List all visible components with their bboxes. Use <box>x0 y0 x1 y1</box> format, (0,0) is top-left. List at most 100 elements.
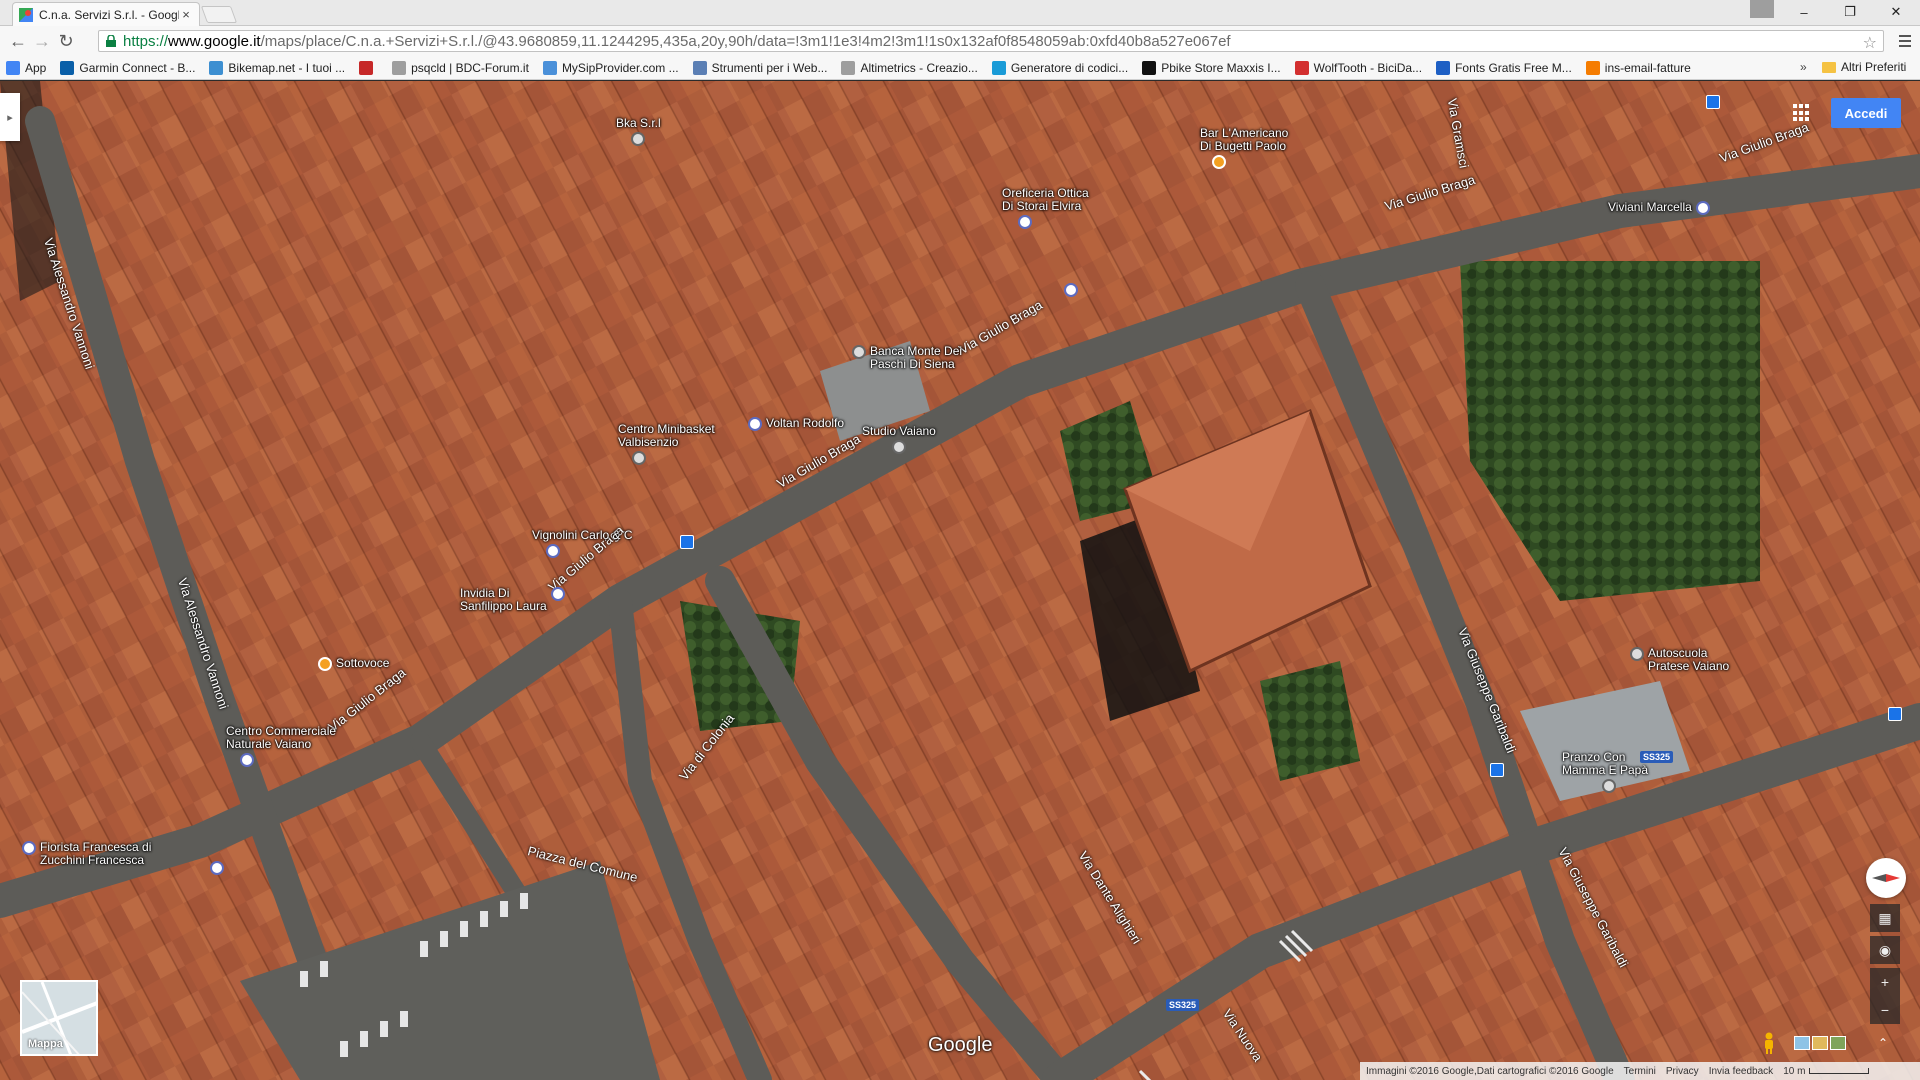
bookmark-item[interactable]: WolfTooth - BiciDa... <box>1294 60 1422 75</box>
bookmark-item[interactable]: psqcld | BDC-Forum.it <box>392 60 529 75</box>
new-tab-button[interactable] <box>200 6 238 23</box>
shop-icon <box>1695 201 1710 215</box>
poi-marker[interactable]: Pranzo Con Mamma E Papà <box>1562 751 1648 793</box>
bookmark-favicon-icon <box>392 60 407 75</box>
pegman-icon[interactable] <box>1762 1032 1776 1054</box>
bookmark-star-icon[interactable]: ☆ <box>1863 33 1877 53</box>
google-apps-icon[interactable] <box>1793 104 1811 122</box>
scale-bar[interactable]: 10 m <box>1783 1066 1870 1077</box>
bookmark-favicon-icon <box>1142 60 1157 75</box>
bookmark-item[interactable]: MySipProvider.com ... <box>542 60 679 75</box>
bookmark-label: Pbike Store Maxxis I... <box>1161 60 1281 75</box>
poi-marker[interactable]: Bka S.r.l <box>616 117 661 146</box>
bookmark-item[interactable]: Garmin Connect - B... <box>60 60 196 75</box>
terms-link[interactable]: Termini <box>1624 1066 1656 1077</box>
bookmarks-bar: App Garmin Connect - B... Bikemap.net - I … <box>0 56 1920 80</box>
back-arrow-icon[interactable]: ← <box>6 29 30 53</box>
compass-icon[interactable] <box>1866 858 1906 898</box>
poi-marker[interactable]: Sottovoce <box>318 657 389 671</box>
bookmark-item[interactable]: Generatore di codici... <box>991 60 1129 75</box>
compass-needle-icon <box>1872 874 1900 882</box>
bus-stop-icon[interactable] <box>680 535 694 549</box>
tilt-icon[interactable]: ▦ <box>1870 904 1900 932</box>
minimize-button[interactable]: – <box>1782 0 1826 24</box>
map-type-toggle[interactable]: Mappa <box>20 980 98 1056</box>
tab-google-maps[interactable]: C.n.a. Servizi S.r.l. - Google × <box>12 2 200 26</box>
shop-icon[interactable] <box>210 861 224 875</box>
bus-stop-icon[interactable] <box>1706 95 1720 109</box>
poi-marker[interactable]: Viviani Marcella <box>1608 201 1714 215</box>
bookmark-item[interactable] <box>359 60 378 75</box>
sign-in-button[interactable]: Accedi <box>1831 98 1901 128</box>
satellite-map[interactable]: Via Giulio Braga Via Giulio Braga Via Gi… <box>0 81 1920 1080</box>
bookmark-favicon-icon <box>60 60 75 75</box>
bookmark-favicon-icon <box>841 60 856 75</box>
bookmark-favicon-icon <box>991 60 1006 75</box>
restaurant-icon <box>1602 779 1616 793</box>
browser-toolbar: ← → ↻ https://www.google.it/maps/place/C… <box>0 26 1920 56</box>
address-bar[interactable]: https://www.google.it/maps/place/C.n.a.+… <box>98 30 1884 52</box>
chrome-menu-icon[interactable] <box>1894 30 1916 52</box>
bookmark-item[interactable]: Pbike Store Maxxis I... <box>1142 60 1281 75</box>
forward-arrow-icon[interactable]: → <box>30 29 54 53</box>
imagery-layers[interactable] <box>1794 1036 1846 1050</box>
bookmark-label: Garmin Connect - B... <box>79 60 196 75</box>
privacy-link[interactable]: Privacy <box>1666 1066 1699 1077</box>
poi-label: Studio Vaiano <box>862 424 936 438</box>
poi-label: Banca Monte Dei Paschi Di Siena <box>870 344 963 371</box>
bus-stop-icon[interactable] <box>1490 763 1504 777</box>
shop-icon[interactable] <box>1064 283 1078 297</box>
poi-label: Centro Minibasket Valbisenzio <box>618 422 715 449</box>
bookmark-favicon-icon <box>1294 60 1309 75</box>
poi-marker[interactable]: Centro Minibasket Valbisenzio <box>618 423 715 465</box>
bookmark-item[interactable]: App <box>6 60 46 75</box>
bank-icon <box>852 345 866 359</box>
bookmark-item[interactable]: Bikemap.net - I tuoi ... <box>209 60 345 75</box>
tab-close-icon[interactable]: × <box>179 7 193 22</box>
shop-icon <box>240 753 254 767</box>
business-icon <box>891 440 906 454</box>
reload-icon[interactable]: ↻ <box>54 29 78 53</box>
my-location-icon[interactable]: ◉ <box>1870 936 1900 964</box>
scale-line <box>1809 1068 1870 1074</box>
bookmarks-overflow[interactable]: » <box>1800 60 1807 74</box>
poi-marker[interactable]: Fiorista Francesca di Zucchini Francesca <box>22 841 151 867</box>
bus-stop-icon[interactable] <box>1888 707 1902 721</box>
bookmark-label: psqcld | BDC-Forum.it <box>411 60 529 75</box>
profile-icon[interactable] <box>1750 0 1774 18</box>
poi-marker[interactable]: Autoscuola Pratese Vaiano <box>1630 647 1729 673</box>
poi-label: Invidia Di Sanfilippo Laura <box>460 586 547 613</box>
poi-marker[interactable]: Invidia Di Sanfilippo Laura <box>460 587 569 613</box>
layer-thumbnail[interactable] <box>1812 1036 1828 1050</box>
bookmark-label: Generatore di codici... <box>1010 60 1129 75</box>
layer-thumbnail[interactable] <box>1830 1036 1846 1050</box>
bookmark-item[interactable]: Fonts Gratis Free M... <box>1436 60 1572 75</box>
route-shield: SS325 <box>1640 751 1674 763</box>
maximize-button[interactable]: ❐ <box>1828 0 1872 24</box>
poi-label: Voltan Rodolfo <box>766 416 845 430</box>
bookmark-favicon-icon <box>209 60 224 75</box>
zoom-out-button[interactable]: − <box>1870 996 1900 1024</box>
bookmark-item[interactable]: ins-email-fatture <box>1585 60 1691 75</box>
poi-label: Fiorista Francesca di Zucchini Francesca <box>40 840 152 867</box>
feedback-link[interactable]: Invia feedback <box>1709 1066 1774 1077</box>
bookmark-favicon-icon <box>692 60 707 75</box>
chevron-up-icon[interactable]: ⌃ <box>1878 1036 1888 1050</box>
other-bookmarks[interactable]: Altri Preferiti <box>1822 60 1906 74</box>
bookmark-item[interactable]: Altimetrics - Creazio... <box>841 60 978 75</box>
poi-marker[interactable]: Bar L'Americano Di Bugetti Paolo <box>1200 127 1288 169</box>
close-window-button[interactable]: ✕ <box>1874 0 1918 24</box>
poi-marker[interactable]: Vignolini Carlo & C <box>532 529 633 558</box>
side-panel-toggle[interactable]: ▸ <box>0 93 20 141</box>
poi-marker[interactable]: Voltan Rodolfo <box>748 417 844 431</box>
poi-marker[interactable]: Centro Commerciale Naturale Vaiano <box>226 725 336 767</box>
poi-label: Autoscuola Pratese Vaiano <box>1648 646 1730 673</box>
poi-marker[interactable]: Banca Monte Dei Paschi Di Siena <box>852 345 962 371</box>
bookmark-item[interactable]: Strumenti per i Web... <box>692 60 827 75</box>
browser-window: C.n.a. Servizi S.r.l. - Google × – ❐ ✕ ←… <box>0 0 1920 1080</box>
layer-thumbnail[interactable] <box>1794 1036 1810 1050</box>
poi-marker[interactable]: Studio Vaiano <box>862 425 936 454</box>
shop-icon <box>546 544 560 558</box>
poi-marker[interactable]: Oreficeria Ottica Di Storai Elvira <box>1002 187 1089 229</box>
zoom-in-button[interactable]: + <box>1870 968 1900 996</box>
